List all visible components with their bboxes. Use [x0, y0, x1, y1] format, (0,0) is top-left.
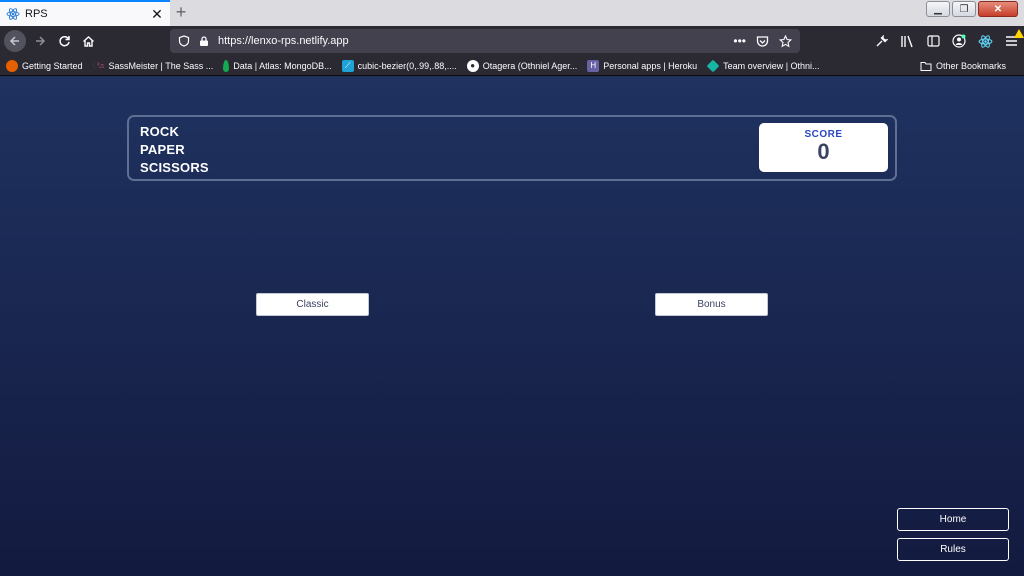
- sassmeister-icon: ೊ: [92, 60, 105, 70]
- navigation-toolbar: https://lenxo-rps.netlify.app •••: [0, 26, 1024, 56]
- bookmark-item[interactable]: ⟋ cubic-bezier(0,.99,.88,....: [341, 59, 457, 72]
- url-bar[interactable]: https://lenxo-rps.netlify.app •••: [170, 29, 800, 53]
- bookmark-label: Getting Started: [22, 60, 83, 71]
- page-actions-icon[interactable]: •••: [733, 34, 746, 48]
- minimize-button[interactable]: ▁: [926, 1, 950, 17]
- shield-icon[interactable]: [178, 35, 190, 47]
- library-icon[interactable]: [898, 32, 916, 50]
- window-controls: ▁ ❐ ✕: [926, 1, 1018, 17]
- menu-icon[interactable]: [1002, 29, 1024, 50]
- lock-icon[interactable]: [198, 35, 210, 47]
- bookmark-label: Team overview | Othni...: [723, 60, 820, 71]
- team-icon: [706, 59, 720, 72]
- game-page: ROCK PAPER SCISSORS SCORE 0 Classic Bonu…: [0, 77, 1024, 576]
- game-logo: ROCK PAPER SCISSORS: [140, 123, 209, 177]
- github-icon: ●: [466, 59, 479, 72]
- sidebar-icon[interactable]: [924, 32, 942, 50]
- other-bookmarks[interactable]: Other Bookmarks: [920, 60, 1006, 72]
- bookmark-label: Personal apps | Heroku: [603, 60, 698, 71]
- logo-line-rock: ROCK: [140, 124, 180, 139]
- arrow-left-icon: [9, 36, 19, 46]
- bookmark-item[interactable]: Team overview | Othni...: [706, 59, 820, 72]
- account-icon[interactable]: [950, 32, 968, 50]
- mongodb-icon: [223, 59, 230, 72]
- cubic-bezier-icon: ⟋: [341, 59, 354, 72]
- bookmark-label: Otagera (Othniel Ager...: [482, 60, 578, 71]
- reload-button[interactable]: [54, 31, 74, 51]
- tab-rps[interactable]: RPS ✕: [0, 0, 170, 26]
- reload-icon: [58, 35, 70, 46]
- home-button[interactable]: Home: [897, 508, 1009, 531]
- toolbar-extensions: [872, 29, 1024, 53]
- folder-icon: [920, 61, 932, 71]
- bookmark-item[interactable]: Getting Started: [6, 59, 83, 72]
- score-box: SCORE 0: [759, 123, 888, 172]
- tab-title: RPS: [25, 8, 48, 20]
- logo-line-paper: PAPER: [140, 142, 185, 157]
- new-tab-button[interactable]: +: [173, 3, 189, 21]
- arrow-right-icon: [36, 36, 46, 46]
- bookmark-item[interactable]: Data | Atlas: MongoDB...: [223, 59, 332, 72]
- classic-mode-button[interactable]: Classic: [256, 293, 369, 316]
- bonus-mode-button[interactable]: Bonus: [655, 293, 768, 316]
- bookmark-label: SassMeister | The Sass ...: [108, 60, 214, 71]
- back-button[interactable]: [4, 30, 26, 52]
- heroku-icon: H: [587, 59, 600, 72]
- rules-button[interactable]: Rules: [897, 538, 1009, 561]
- react-favicon-icon: [6, 8, 20, 20]
- game-header: ROCK PAPER SCISSORS SCORE 0: [127, 115, 897, 181]
- pocket-icon[interactable]: [756, 35, 769, 48]
- wrench-icon[interactable]: [872, 32, 890, 50]
- react-devtools-icon[interactable]: [976, 32, 994, 50]
- bookmark-star-icon[interactable]: [779, 34, 792, 48]
- bookmark-item[interactable]: ೊ SassMeister | The Sass ...: [93, 60, 214, 72]
- window-titlebar: RPS ✕ + ▁ ❐ ✕: [0, 0, 1024, 26]
- other-bookmarks-label: Other Bookmarks: [935, 60, 1006, 71]
- close-window-button[interactable]: ✕: [978, 1, 1018, 17]
- restore-button[interactable]: ❐: [952, 1, 976, 17]
- warning-icon: [1014, 29, 1024, 38]
- bookmarks-toolbar: Getting Started ೊ SassMeister | The Sass…: [0, 56, 1024, 76]
- bookmark-item[interactable]: ● Otagera (Othniel Ager...: [466, 59, 578, 72]
- logo-line-scissors: SCISSORS: [140, 160, 209, 175]
- bookmark-label: cubic-bezier(0,.99,.88,....: [357, 60, 457, 71]
- tab-close-icon[interactable]: ✕: [150, 7, 164, 21]
- bookmark-item[interactable]: H Personal apps | Heroku: [587, 59, 698, 72]
- bookmark-label: Data | Atlas: MongoDB...: [233, 60, 332, 71]
- firefox-icon: [6, 59, 18, 72]
- url-text[interactable]: https://lenxo-rps.netlify.app: [218, 35, 723, 47]
- forward-button[interactable]: [30, 31, 50, 51]
- home-icon: [82, 35, 94, 47]
- home-button[interactable]: [78, 31, 98, 51]
- score-value: 0: [817, 139, 830, 164]
